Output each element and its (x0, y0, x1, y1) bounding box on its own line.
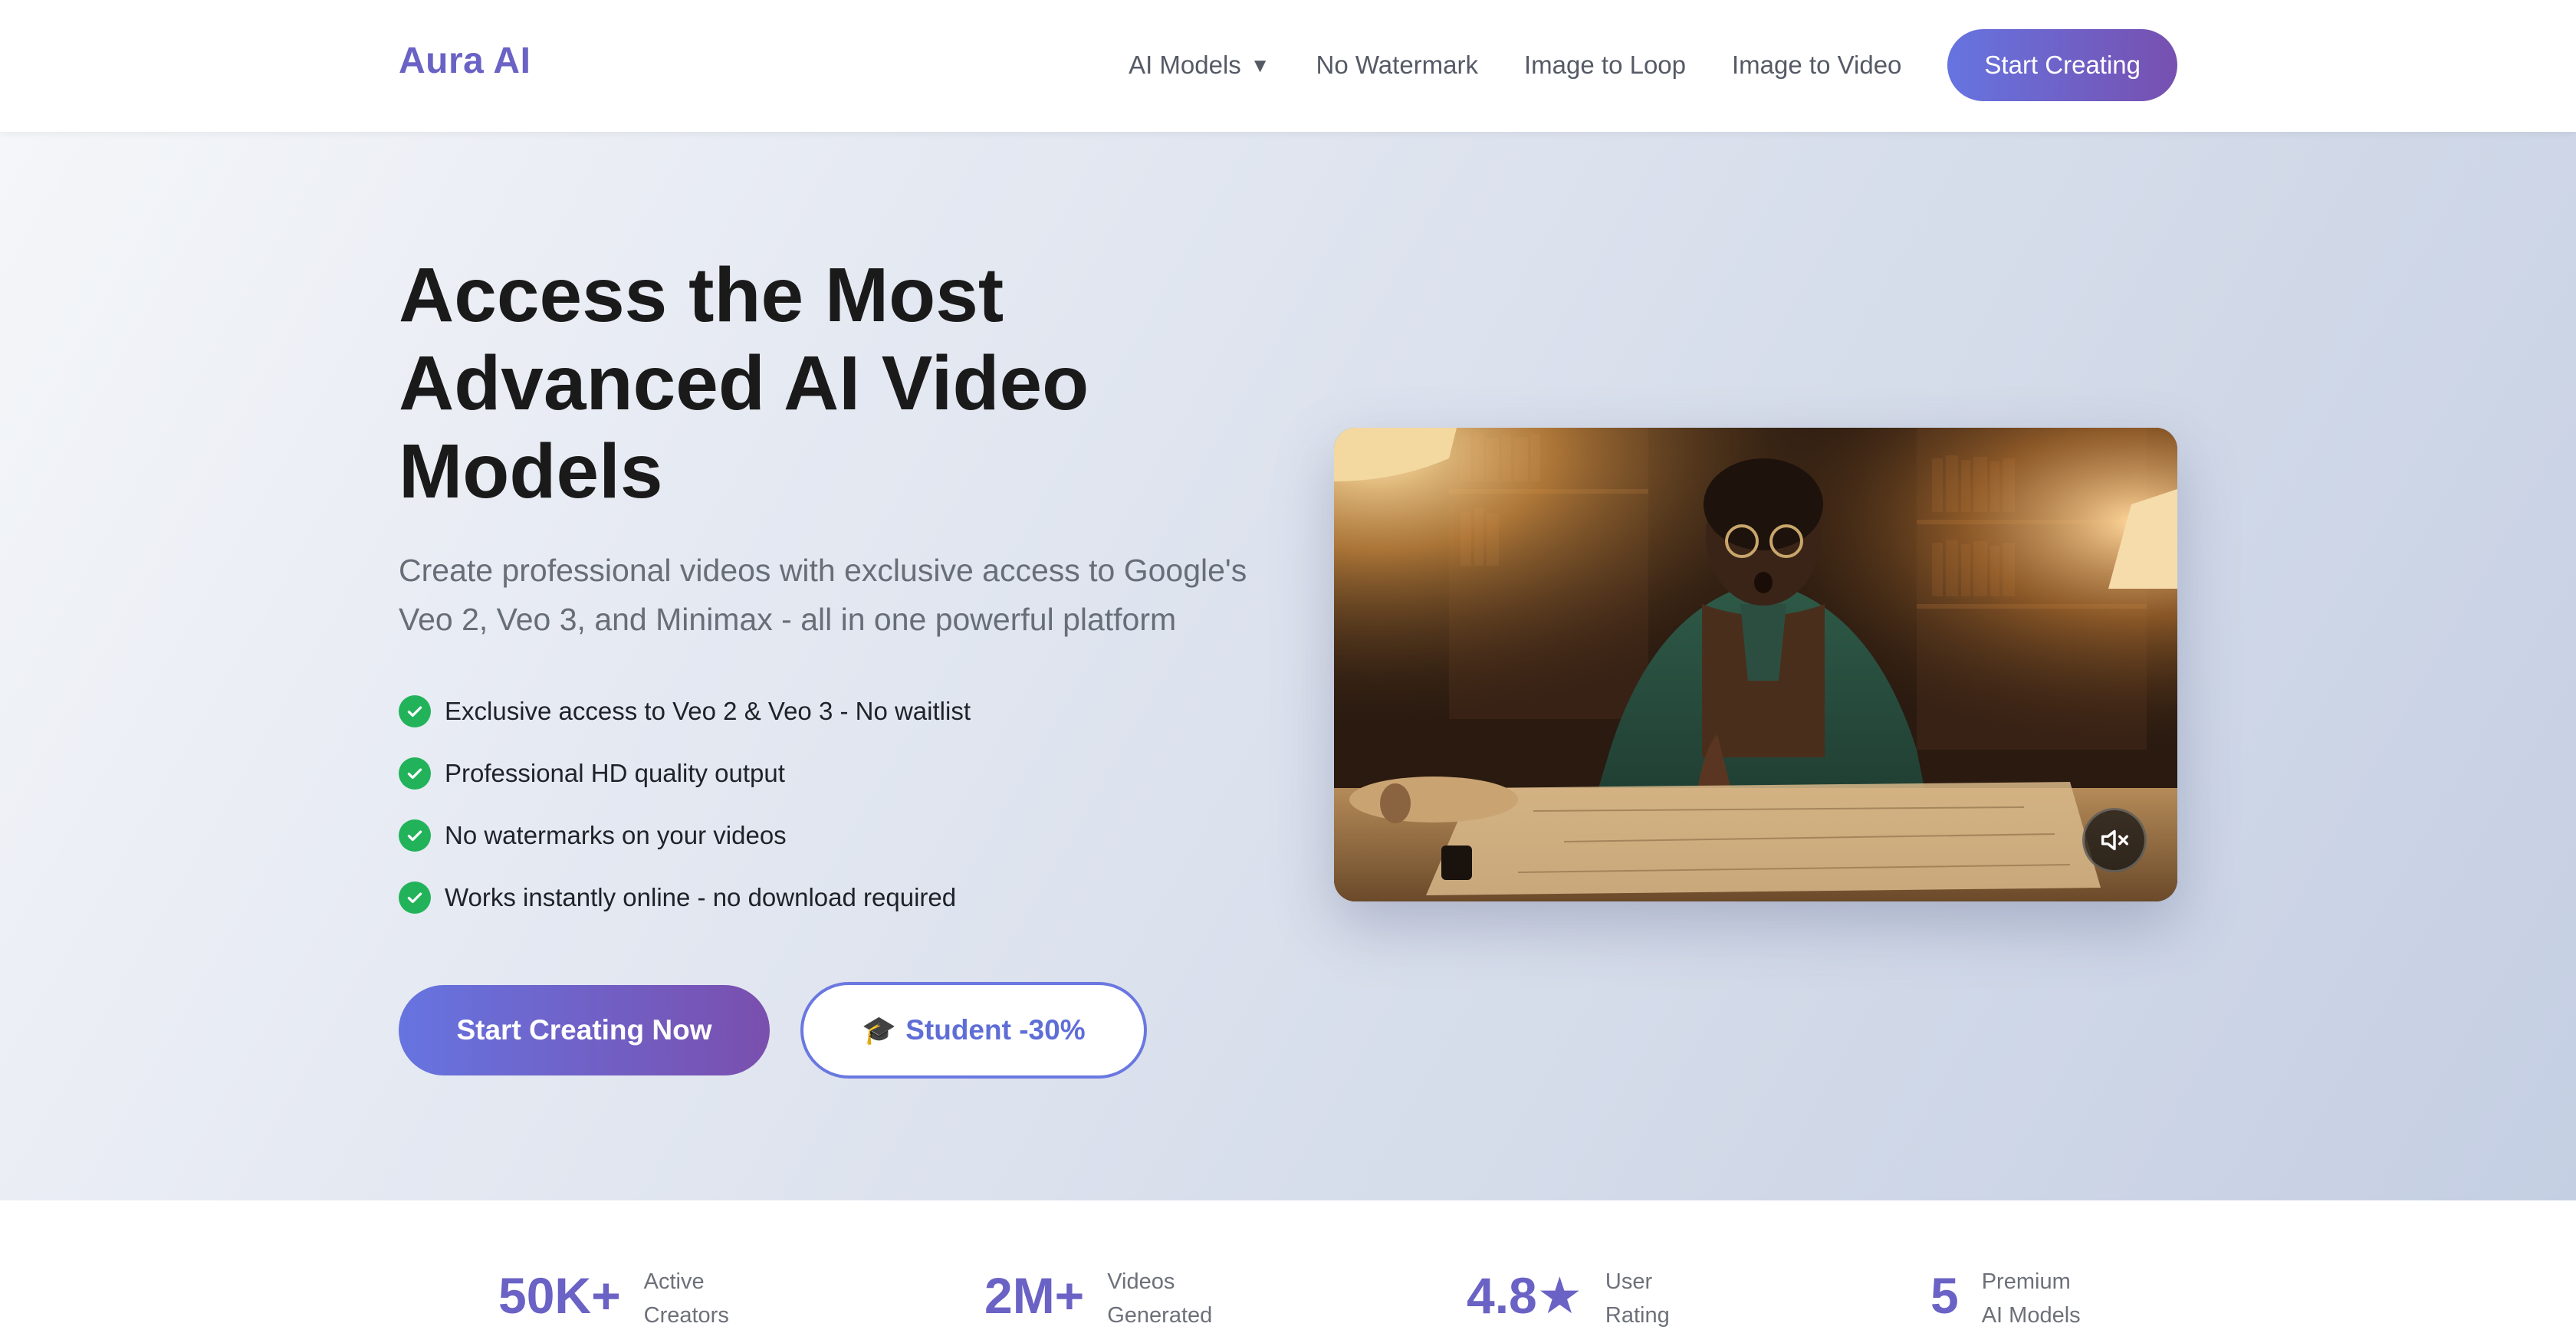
stat-label-line: Rating (1605, 1303, 1670, 1328)
mute-toggle-button[interactable] (2082, 808, 2147, 872)
main-nav: AI Models ▼ No Watermark Image to Loop I… (1129, 29, 2177, 101)
feature-list: Exclusive access to Veo 2 & Veo 3 - No w… (399, 688, 971, 937)
stat-label-line: Creators (643, 1303, 729, 1328)
hero-video[interactable] (1334, 428, 2177, 901)
stat-value: 50K+ (498, 1267, 621, 1324)
video-frame (1334, 428, 2177, 901)
check-icon (399, 819, 431, 852)
stat-label-line: Videos (1107, 1269, 1175, 1294)
stat-value: 5 (1930, 1267, 1959, 1324)
graduation-cap-icon: 🎓 (862, 1014, 897, 1046)
hero-subtitle: Create professional videos with exclusiv… (399, 553, 1247, 637)
start-creating-button[interactable]: Start Creating (1947, 29, 2177, 101)
stat-label-line: Active (643, 1269, 705, 1294)
stat-user-rating: 4.8★ User Rating (1467, 1268, 1759, 1332)
site-header: Aura AI AI Models ▼ No Watermark Image t… (0, 0, 2576, 132)
feature-text: No watermarks on your videos (445, 821, 787, 849)
nav-no-watermark[interactable]: No Watermark (1316, 51, 1478, 80)
nav-ai-models-label: AI Models (1129, 51, 1241, 79)
stat-label-line: User (1605, 1269, 1653, 1294)
nav-ai-models-dropdown[interactable]: AI Models ▼ (1129, 51, 1270, 80)
feature-text: Exclusive access to Veo 2 & Veo 3 - No w… (445, 697, 971, 725)
speaker-muted-icon (2101, 829, 2129, 851)
nav-image-to-loop[interactable]: Image to Loop (1524, 51, 1686, 80)
stat-label: Premium AI Models (1982, 1265, 2135, 1332)
stat-videos-generated: 2M+ Videos Generated (984, 1268, 1260, 1332)
stat-label-line: Generated (1107, 1303, 1213, 1328)
stat-label-line: AI Models (1981, 1303, 2081, 1328)
stats-bar: 50K+ Active Creators 2M+ Videos Generate… (0, 1200, 2576, 1343)
stat-premium-models: 5 Premium AI Models (1930, 1268, 2135, 1332)
nav-image-to-video[interactable]: Image to Video (1732, 51, 1901, 80)
check-icon (399, 695, 431, 727)
list-item: Works instantly online - no download req… (399, 875, 971, 921)
list-item: Exclusive access to Veo 2 & Veo 3 - No w… (399, 688, 971, 734)
stat-label: User Rating (1605, 1265, 1759, 1332)
hero-title: Access the Most Advanced AI Video Models (399, 252, 1089, 514)
stat-value: 4.8★ (1467, 1267, 1582, 1324)
feature-text: Professional HD quality output (445, 759, 785, 787)
stat-value: 2M+ (984, 1267, 1085, 1324)
hero-section: Access the Most Advanced AI Video Models… (0, 132, 2576, 1200)
stat-label: Videos Generated (1107, 1265, 1260, 1332)
stat-label-line: Premium (1981, 1269, 2071, 1294)
list-item: Professional HD quality output (399, 750, 971, 796)
student-discount-button[interactable]: 🎓 Student -30% (800, 982, 1147, 1079)
start-creating-now-button[interactable]: Start Creating Now (399, 985, 770, 1075)
list-item: No watermarks on your videos (399, 813, 971, 859)
stat-label: Active Creators (644, 1265, 797, 1332)
logo[interactable]: Aura AI (399, 40, 531, 82)
check-icon (399, 882, 431, 914)
chevron-down-icon: ▼ (1250, 53, 1270, 77)
feature-text: Works instantly online - no download req… (445, 883, 957, 911)
check-icon (399, 757, 431, 790)
stat-active-creators: 50K+ Active Creators (498, 1268, 797, 1332)
student-discount-label: Student -30% (905, 1014, 1086, 1046)
